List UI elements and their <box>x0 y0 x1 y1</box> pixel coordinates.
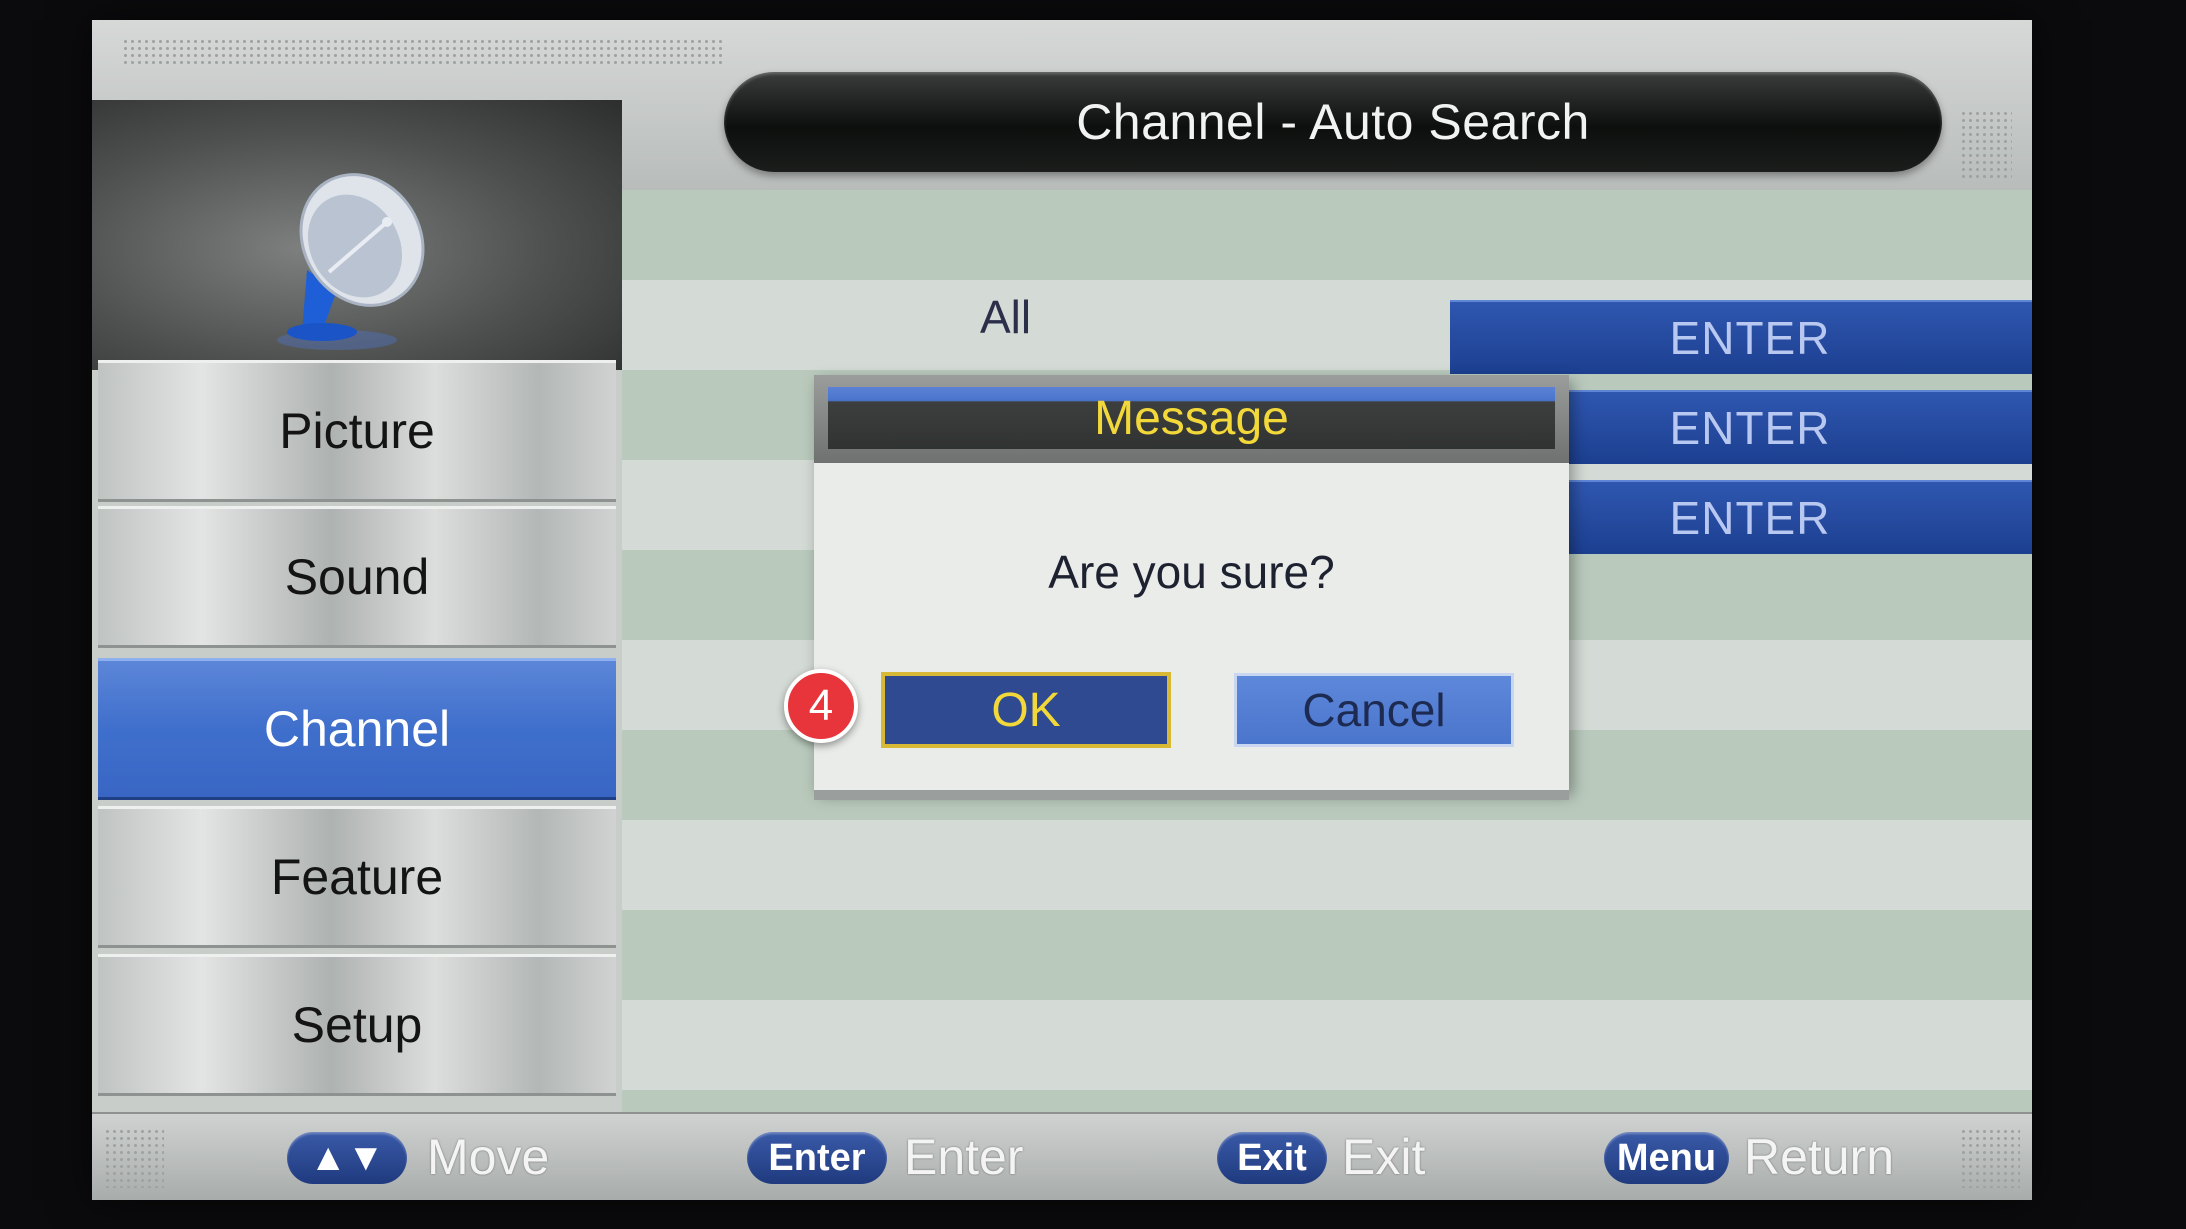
sidebar-item-channel[interactable]: Channel <box>98 658 616 800</box>
step-badge: 4 <box>784 669 858 743</box>
return-hint-label: Return <box>1744 1129 1895 1185</box>
enter-button-all[interactable]: ENTER <box>1450 300 2032 374</box>
sidebar-item-label: Picture <box>279 403 435 459</box>
sidebar-item-sound[interactable]: Sound <box>98 506 616 648</box>
exit-hint-label: Exit <box>1342 1129 1426 1185</box>
sidebar-item-label: Sound <box>284 549 430 605</box>
sidebar-header <box>92 100 622 370</box>
sidebar-item-label: Feature <box>270 849 444 905</box>
menu-key-label: Menu <box>1616 1136 1717 1179</box>
up-down-arrows-icon: ▲▼ <box>309 1136 385 1179</box>
ok-button[interactable]: OK <box>881 672 1171 748</box>
sidebar-item-label: Channel <box>263 701 451 757</box>
dialog-title-bar: Message <box>828 387 1555 449</box>
sidebar-item-feature[interactable]: Feature <box>98 806 616 948</box>
enter-key-badge: Enter <box>747 1132 887 1184</box>
tv-screen: Channel - Auto Search Picture Sound Chan… <box>92 20 2032 1200</box>
enter-key-label: Enter <box>768 1136 866 1179</box>
enter-button-label: ENTER <box>1669 402 1831 454</box>
enter-button-label: ENTER <box>1669 492 1831 544</box>
sidebar-item-setup[interactable]: Setup <box>98 954 616 1096</box>
title-bar: Channel - Auto Search <box>724 72 1942 172</box>
decorative-dots <box>1960 1128 2020 1188</box>
sidebar-item-label: Setup <box>291 997 423 1053</box>
decorative-dots <box>104 1128 164 1188</box>
decorative-dots <box>122 38 722 64</box>
cancel-button-label: Cancel <box>1302 684 1446 736</box>
page-title: Channel - Auto Search <box>1076 94 1590 150</box>
confirm-dialog: Message Are you sure? OK Cancel <box>814 375 1569 790</box>
cancel-button[interactable]: Cancel <box>1234 673 1514 747</box>
decorative-dots <box>1960 110 2012 180</box>
exit-key-badge: Exit <box>1217 1132 1327 1184</box>
move-key-badge: ▲▼ <box>287 1132 407 1184</box>
satellite-dish-icon <box>277 173 425 350</box>
move-hint-label: Move <box>427 1129 550 1185</box>
enter-hint-label: Enter <box>904 1129 1024 1185</box>
dialog-header: Message <box>814 375 1569 463</box>
footer-hint-bar: ▲▼ Move Enter Enter Exit Exit Menu Retur… <box>92 1112 2032 1200</box>
ok-button-label: OK <box>991 683 1061 737</box>
row-label-all: All <box>980 291 1032 343</box>
sidebar-item-picture[interactable]: Picture <box>98 360 616 502</box>
exit-key-label: Exit <box>1237 1136 1307 1179</box>
enter-button-label: ENTER <box>1669 312 1831 364</box>
dialog-message: Are you sure? <box>1048 546 1335 598</box>
dialog-title: Message <box>1094 391 1289 445</box>
step-number: 4 <box>808 681 834 730</box>
menu-key-badge: Menu <box>1604 1132 1729 1184</box>
